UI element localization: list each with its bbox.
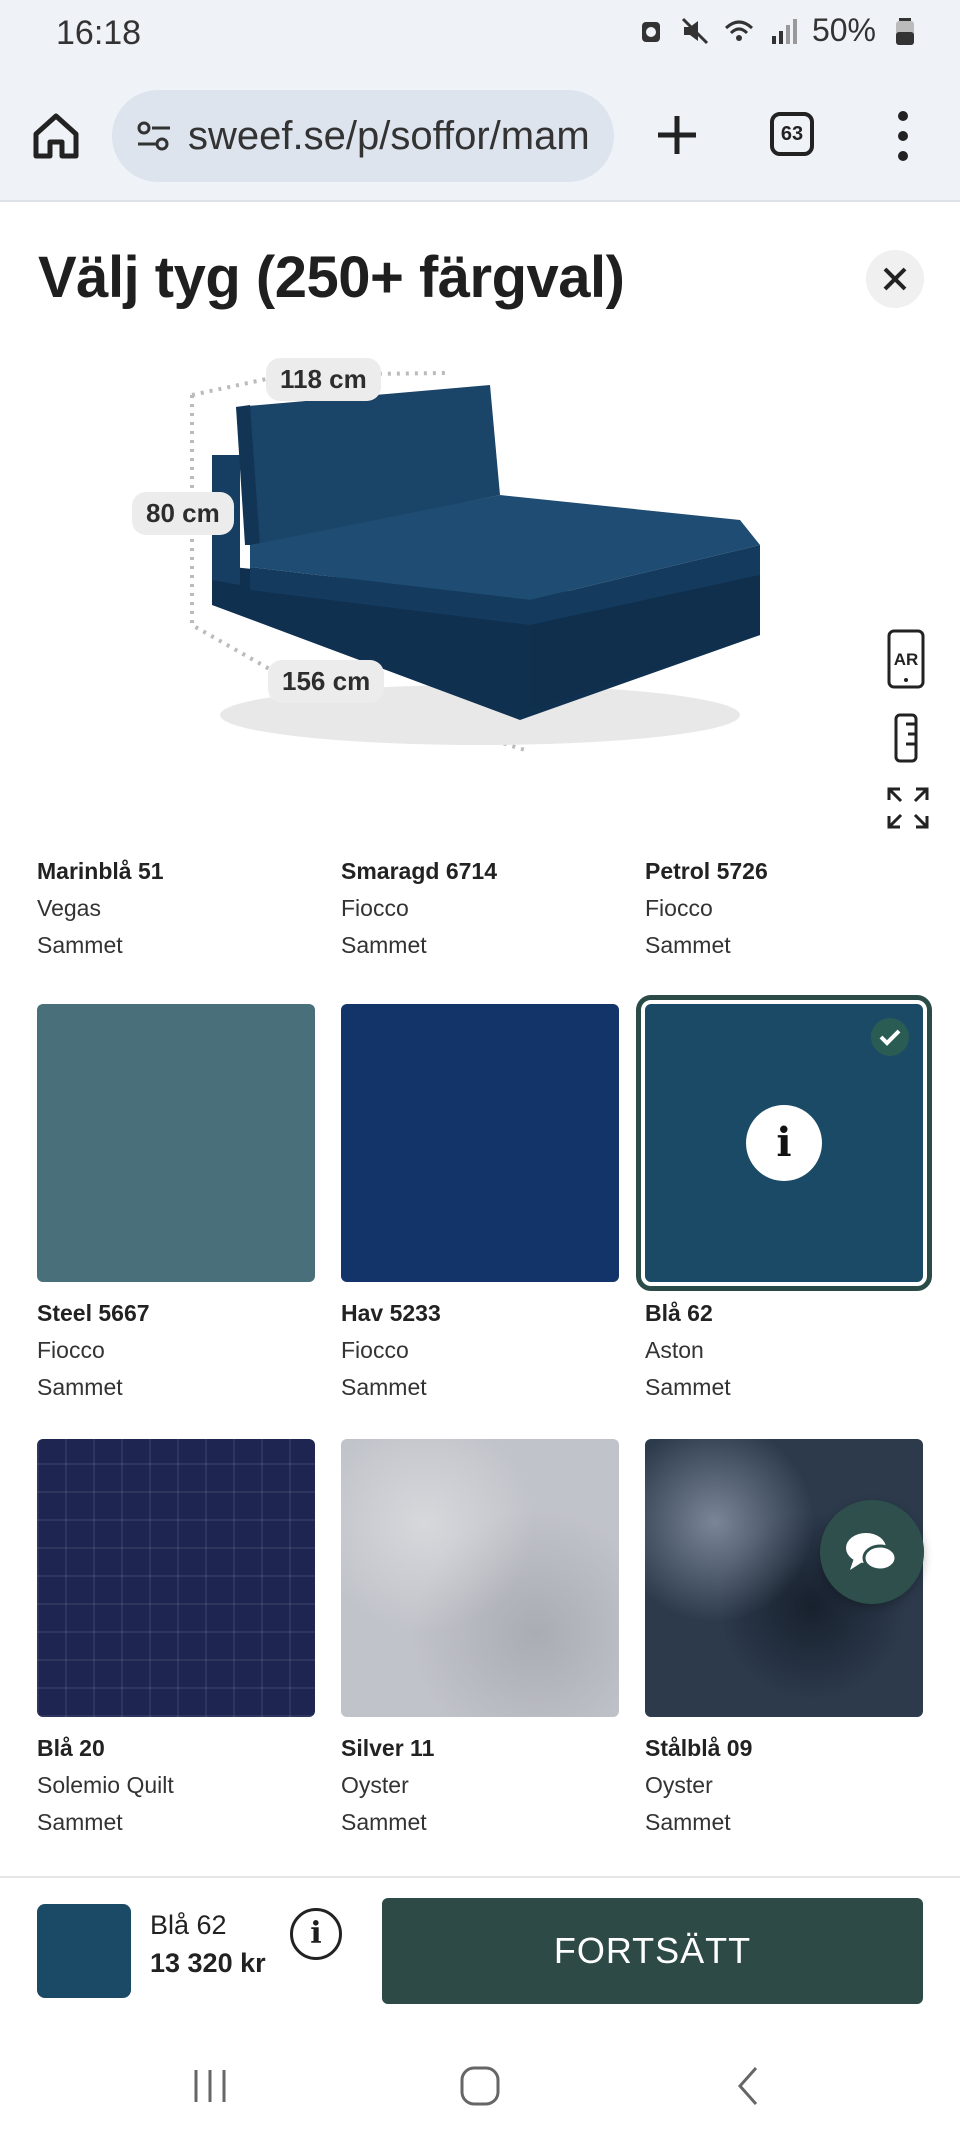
fabric-tile[interactable]: Smaragd 6714 Fiocco Sammet: [341, 852, 619, 964]
home-nav-icon[interactable]: [452, 2058, 508, 2114]
fabric-collection: Aston: [645, 1337, 704, 1363]
url-text[interactable]: sweef.se/p/soffor/mam: [188, 114, 590, 159]
system-nav-bar: [0, 2036, 960, 2133]
site-settings-icon[interactable]: [134, 116, 174, 156]
fabric-material: Sammet: [645, 932, 731, 958]
fabric-collection: Fiocco: [341, 895, 409, 921]
home-icon[interactable]: [30, 110, 82, 162]
chat-icon[interactable]: [820, 1500, 924, 1604]
continue-button[interactable]: FORTSÄTT: [382, 1898, 923, 2004]
fabric-collection: Oyster: [645, 1772, 713, 1798]
mute-icon: [681, 17, 709, 44]
measure-icon[interactable]: [886, 712, 926, 764]
status-bar: 16:18 50%: [0, 0, 960, 68]
fabric-tile[interactable]: Hav 5233 Fiocco Sammet: [341, 1004, 619, 1406]
address-bar[interactable]: sweef.se/p/soffor/mam: [112, 90, 614, 182]
selection-bar: Blå 62 13 320 kr i FORTSÄTT: [0, 1876, 960, 2036]
fabric-tile[interactable]: Stålblå 09 Oyster Sammet: [645, 1439, 923, 1841]
close-icon[interactable]: [866, 250, 924, 308]
fabric-material: Sammet: [645, 1809, 731, 1835]
fabric-collection: Vegas: [37, 895, 101, 921]
fabric-swatch[interactable]: [37, 1004, 315, 1282]
fabric-material: Sammet: [37, 1374, 123, 1400]
fabric-collection: Oyster: [341, 1772, 409, 1798]
fabric-collection: Fiocco: [341, 1337, 409, 1363]
fabric-material: Sammet: [341, 1374, 427, 1400]
selected-swatch-thumbnail: [37, 1904, 131, 1998]
fabric-material: Sammet: [341, 932, 427, 958]
view-tools: AR: [886, 628, 934, 852]
fabric-name: Stålblå 09: [645, 1735, 753, 1761]
fabric-swatch[interactable]: [341, 1004, 619, 1282]
fabric-name: Blå 20: [37, 1735, 105, 1761]
new-tab-icon[interactable]: [650, 108, 704, 162]
fabric-tile[interactable]: i Blå 62 Aston Sammet: [636, 995, 932, 1406]
fullscreen-icon[interactable]: [886, 786, 930, 830]
fabric-name: Petrol 5726: [645, 858, 768, 884]
status-time: 16:18: [56, 14, 142, 52]
fabric-swatch[interactable]: [37, 1439, 315, 1717]
fabric-name: Steel 5667: [37, 1300, 150, 1326]
product-image: [190, 371, 760, 752]
fabric-tile[interactable]: Steel 5667 Fiocco Sammet: [37, 1004, 315, 1406]
info-icon[interactable]: i: [290, 1908, 342, 1960]
alarm-icon: [641, 21, 660, 42]
selected-fabric-name: Blå 62: [150, 1910, 227, 1940]
fabric-material: Sammet: [341, 1809, 427, 1835]
page-title: Välj tyg (250+ färgval): [38, 245, 625, 310]
battery-icon: [896, 17, 914, 45]
recent-apps-icon[interactable]: [182, 2058, 238, 2114]
check-icon: [871, 1018, 909, 1056]
dimension-depth: 156 cm: [268, 660, 385, 703]
ar-label: AR: [894, 650, 919, 669]
fabric-name: Silver 11: [341, 1735, 435, 1761]
status-icons: 50%: [636, 12, 920, 49]
fabric-material: Sammet: [37, 932, 123, 958]
fabric-collection: Solemio Quilt: [37, 1772, 174, 1798]
fabric-collection: Fiocco: [645, 895, 713, 921]
fabric-swatch[interactable]: [341, 1439, 619, 1717]
fabric-info-icon[interactable]: i: [746, 1105, 822, 1181]
battery-percent: 50%: [811, 12, 876, 48]
tab-switcher-button[interactable]: 63: [770, 112, 814, 156]
fabric-name: Smaragd 6714: [341, 858, 497, 884]
fabric-material: Sammet: [37, 1809, 123, 1835]
back-nav-icon[interactable]: [720, 2058, 776, 2114]
fabric-name: Hav 5233: [341, 1300, 441, 1326]
ar-view-icon[interactable]: AR: [886, 628, 926, 690]
fabric-swatch-selected[interactable]: i: [636, 995, 932, 1291]
selected-price: 13 320 kr: [150, 1948, 266, 1978]
fabric-tile[interactable]: Marinblå 51 Vegas Sammet: [37, 852, 315, 964]
fabric-tile[interactable]: Blå 20 Solemio Quilt Sammet: [37, 1439, 315, 1841]
signal-icon: [771, 18, 797, 44]
wifi-icon: [724, 20, 753, 41]
browser-toolbar: sweef.se/p/soffor/mam 63: [0, 68, 960, 202]
dimension-height: 80 cm: [132, 492, 234, 535]
fabric-tile[interactable]: Petrol 5726 Fiocco Sammet: [645, 852, 923, 964]
more-menu-icon[interactable]: [888, 108, 918, 164]
fabric-collection: Fiocco: [37, 1337, 105, 1363]
fabric-material: Sammet: [645, 1374, 731, 1400]
fabric-name: Marinblå 51: [37, 858, 164, 884]
fabric-name: Blå 62: [645, 1300, 713, 1326]
fabric-tile[interactable]: Silver 11 Oyster Sammet: [341, 1439, 619, 1841]
dimension-width: 118 cm: [266, 358, 381, 401]
